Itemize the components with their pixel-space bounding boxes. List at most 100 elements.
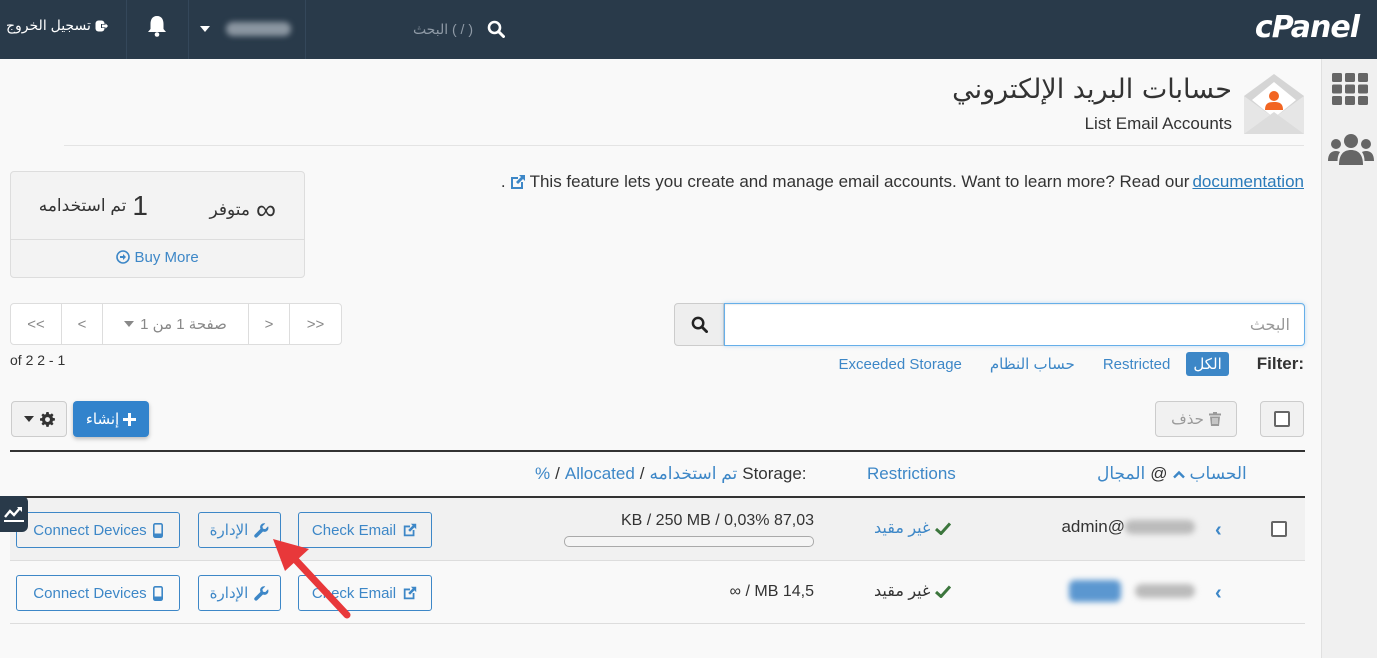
next-page-button[interactable]: > [249, 304, 290, 344]
filter-bar: Filter: الكل Restricted حساب النظام Exce… [838, 352, 1304, 376]
documentation-link[interactable]: documentation [1192, 172, 1304, 192]
users-icon[interactable] [1328, 133, 1374, 167]
account-name: admin@ [1061, 517, 1125, 536]
used-value: 1 [132, 190, 148, 221]
check-email-label: Check Email [311, 584, 397, 602]
global-search[interactable]: البحث ( / ) [405, 16, 505, 42]
external-link-icon [403, 586, 417, 600]
first-page-button[interactable]: << [11, 304, 62, 344]
column-storage[interactable]: Storage: تم استخدامه / Allocated / % [535, 464, 807, 484]
last-page-button[interactable]: >> [290, 304, 341, 344]
grid-apps-icon[interactable] [1332, 73, 1368, 105]
check-icon [935, 584, 952, 598]
global-search-placeholder: البحث ( / ) [412, 20, 473, 37]
buy-more-link[interactable]: Buy More [11, 240, 304, 276]
caret-down-icon [200, 26, 210, 32]
storage-usage: ∞ / MB 14,5 [729, 583, 814, 600]
bell-icon[interactable] [146, 14, 168, 38]
filter-label: Filter: [1256, 354, 1304, 373]
create-button[interactable]: إنشاء [73, 401, 149, 437]
user-menu[interactable] [200, 18, 300, 40]
account-address [1069, 580, 1195, 602]
results-range: of 2 2 - 1 [10, 352, 66, 368]
check-email-button[interactable]: Check Email [298, 575, 432, 611]
filter-restricted[interactable]: Restricted [1103, 356, 1171, 373]
account-stats-panel: ∞ متوفر 1 تم استخدامه Buy More [10, 171, 305, 278]
select-all-button[interactable] [1260, 401, 1304, 437]
caret-down-icon [23, 416, 34, 422]
prev-page-button[interactable]: < [62, 304, 103, 344]
feature-description: . This feature lets you create and manag… [501, 172, 1304, 192]
used-stat: 1 تم استخدامه [39, 190, 148, 222]
restriction-label[interactable]: غير مقيد [874, 518, 930, 538]
check-email-label: Check Email [311, 521, 397, 539]
logout-link[interactable]: تسجيل الخروج [6, 17, 109, 34]
manage-button[interactable]: الإدارة [198, 512, 281, 548]
cpanel-logo[interactable]: cPanel [1255, 10, 1360, 45]
email-accounts-icon [1244, 74, 1304, 134]
select-all-checkbox[interactable] [1274, 411, 1290, 427]
header-storage-label: Storage: [742, 464, 807, 483]
table-header: الحساب @ المجال Restrictions Storage: تم… [10, 450, 1305, 498]
search-button[interactable] [674, 303, 724, 346]
manage-button[interactable]: الإدارة [198, 575, 281, 611]
arrow-circle-right-icon [116, 250, 131, 264]
filter-system-account[interactable]: حساب النظام [990, 355, 1075, 373]
available-label: متوفر [209, 200, 251, 219]
page-subtitle: List Email Accounts [1084, 114, 1232, 133]
delete-button[interactable]: حذف [1155, 401, 1237, 437]
caret-down-icon [124, 321, 135, 327]
search-icon [487, 20, 505, 38]
table-row: ‹ غير مقيد ∞ / MB 14,5 Check Email الإدا… [10, 561, 1305, 624]
divider [126, 0, 127, 59]
restriction-status: غير مقيد [874, 581, 952, 601]
expand-row-icon[interactable]: ‹ [1215, 519, 1222, 542]
restriction-label: غير مقيد [874, 583, 931, 600]
page-title: حسابات البريد الإلكتروني [952, 74, 1232, 105]
available-value: ∞ [256, 194, 276, 225]
external-link-icon [403, 523, 417, 537]
account-address: admin@ [1061, 517, 1195, 537]
sign-out-icon [95, 20, 109, 31]
chart-line-icon [4, 507, 24, 522]
wrench-icon [254, 522, 269, 538]
page-select[interactable]: صفحة 1 من 1 [103, 304, 249, 344]
analytics-widget-button[interactable] [0, 496, 28, 532]
column-restrictions[interactable]: Restrictions [867, 464, 956, 484]
trash-icon [1208, 412, 1221, 426]
header-at: @ [1150, 464, 1168, 483]
username-redacted [226, 22, 291, 36]
expand-row-icon[interactable]: ‹ [1215, 582, 1222, 605]
connect-devices-label: Connect Devices [33, 584, 147, 602]
check-email-button[interactable]: Check Email [298, 512, 432, 548]
header-domain: المجال [1097, 464, 1146, 483]
divider [188, 0, 189, 59]
search-input[interactable] [724, 303, 1305, 346]
header-storage-percent: % [535, 464, 551, 483]
account-search [674, 303, 1305, 346]
filter-all[interactable]: الكل [1186, 352, 1229, 376]
right-sidebar [1321, 59, 1377, 658]
used-label: تم استخدامه [38, 196, 127, 215]
wrench-icon [254, 585, 269, 601]
description-text: This feature lets you create and manage … [529, 172, 1190, 191]
connect-devices-button[interactable]: Connect Devices [16, 512, 180, 548]
connect-devices-button[interactable]: Connect Devices [16, 575, 180, 611]
column-account-domain[interactable]: الحساب @ المجال [1097, 464, 1247, 484]
settings-dropdown-button[interactable] [11, 401, 67, 437]
mobile-icon [152, 522, 163, 538]
storage-usage: KB / 250 MB / 0,03% 87,03 [620, 512, 814, 529]
available-stat: ∞ متوفر [210, 194, 277, 226]
external-link-icon [510, 175, 525, 189]
header-account: الحساب [1189, 464, 1247, 483]
manage-label: الإدارة [209, 522, 249, 539]
page-select-label: صفحة 1 من 1 [140, 316, 227, 333]
delete-label: حذف [1171, 411, 1204, 428]
divider [305, 0, 306, 59]
account-redacted [1135, 584, 1195, 598]
filter-exceeded-storage[interactable]: Exceeded Storage [838, 356, 961, 373]
storage-progress-bar [564, 536, 814, 547]
table-row: ‹ admin@ غير مقيد KB / 250 MB / 0,03% 87… [10, 498, 1305, 561]
restriction-status: غير مقيد [874, 518, 952, 538]
row-checkbox[interactable] [1271, 521, 1287, 537]
